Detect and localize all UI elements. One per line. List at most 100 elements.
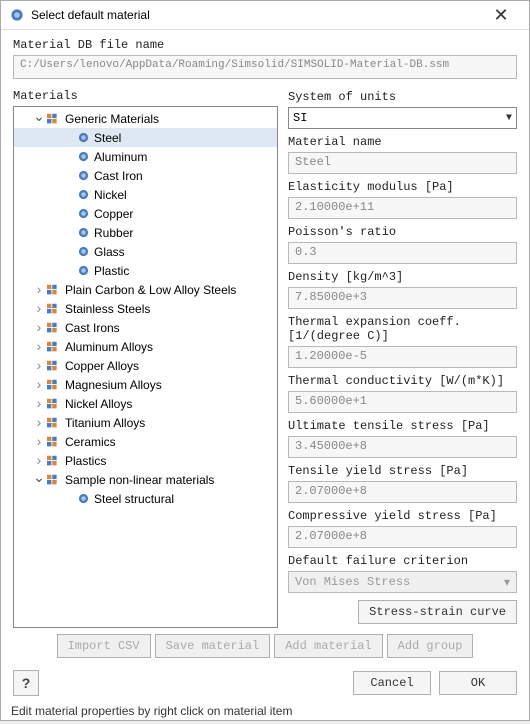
expand-icon[interactable] bbox=[32, 453, 46, 469]
expand-icon[interactable] bbox=[32, 282, 46, 298]
tree-label: Generic Materials bbox=[65, 112, 159, 126]
stress-strain-button[interactable]: Stress-strain curve bbox=[358, 600, 517, 624]
material-name-label: Material name bbox=[288, 135, 517, 149]
expand-icon[interactable] bbox=[32, 320, 46, 336]
import-csv-button[interactable]: Import CSV bbox=[57, 634, 151, 658]
tree-label: Rubber bbox=[94, 226, 133, 240]
expand-icon[interactable] bbox=[32, 301, 46, 317]
tree-item[interactable]: Copper Alloys bbox=[14, 356, 277, 375]
content: Material DB file name C:/Users/lenovo/Ap… bbox=[1, 30, 529, 668]
tree-label: Cast Irons bbox=[65, 321, 120, 335]
window-title: Select default material bbox=[31, 8, 481, 22]
elasticity-field: 2.10000e+11 bbox=[288, 197, 517, 219]
tree-label: Titanium Alloys bbox=[65, 416, 145, 430]
tree-label: Aluminum bbox=[94, 150, 147, 164]
criterion-value: Von Mises Stress bbox=[295, 575, 410, 589]
uts-field: 3.45000e+8 bbox=[288, 436, 517, 458]
close-icon[interactable]: ✕ bbox=[481, 1, 521, 29]
units-value: SI bbox=[293, 111, 307, 125]
expand-icon[interactable] bbox=[32, 339, 46, 355]
tree-item[interactable]: Aluminum Alloys bbox=[14, 337, 277, 356]
properties-column: System of units SI ▼ Material name Steel… bbox=[288, 89, 517, 628]
units-select[interactable]: SI ▼ bbox=[288, 107, 517, 129]
chevron-down-icon: ▼ bbox=[506, 113, 512, 124]
cys-field: 2.07000e+8 bbox=[288, 526, 517, 548]
tree-item[interactable]: Copper bbox=[14, 204, 277, 223]
criterion-label: Default failure criterion bbox=[288, 554, 517, 568]
tree-item[interactable]: Magnesium Alloys bbox=[14, 375, 277, 394]
save-material-button[interactable]: Save material bbox=[155, 634, 271, 658]
app-icon bbox=[9, 7, 25, 23]
expand-icon[interactable] bbox=[32, 471, 46, 488]
category-icon bbox=[46, 112, 62, 126]
expand-icon[interactable] bbox=[32, 396, 46, 412]
materials-label: Materials bbox=[13, 89, 278, 103]
materials-tree[interactable]: Generic MaterialsSteelAluminumCast IronN… bbox=[13, 106, 278, 628]
tree-label: Nickel Alloys bbox=[65, 397, 132, 411]
tree-item[interactable]: Ceramics bbox=[14, 432, 277, 451]
expand-icon[interactable] bbox=[32, 415, 46, 431]
thermal-exp-label: Thermal expansion coeff. [1/(degree C)] bbox=[288, 315, 517, 343]
material-icon bbox=[76, 245, 90, 259]
cancel-button[interactable]: Cancel bbox=[353, 671, 431, 695]
tree-label: Sample non-linear materials bbox=[65, 473, 214, 487]
tree-item[interactable]: Cast Iron bbox=[14, 166, 277, 185]
thermal-cond-label: Thermal conductivity [W/(m*K)] bbox=[288, 374, 517, 388]
tree-item[interactable]: Steel structural bbox=[14, 489, 277, 508]
thermal-cond-field: 5.60000e+1 bbox=[288, 391, 517, 413]
expand-icon[interactable] bbox=[32, 358, 46, 374]
category-icon bbox=[46, 321, 62, 335]
tree-label: Magnesium Alloys bbox=[65, 378, 162, 392]
tree-item[interactable]: Plastic bbox=[14, 261, 277, 280]
tree-label: Copper bbox=[94, 207, 133, 221]
tree-item[interactable]: Plastics bbox=[14, 451, 277, 470]
stress-curve-row: Stress-strain curve bbox=[288, 600, 517, 624]
expand-icon[interactable] bbox=[32, 434, 46, 450]
category-icon bbox=[46, 416, 62, 430]
bottom-row: ? Cancel OK bbox=[1, 668, 529, 700]
expand-icon[interactable] bbox=[32, 377, 46, 393]
thermal-exp-field: 1.20000e-5 bbox=[288, 346, 517, 368]
add-group-button[interactable]: Add group bbox=[387, 634, 474, 658]
materials-column: Materials Generic Materials Steel Aluminum… bbox=[13, 89, 278, 628]
ok-button[interactable]: OK bbox=[439, 671, 517, 695]
mid-buttons-row: Import CSV Save material Add material Ad… bbox=[13, 628, 517, 664]
tree-item[interactable]: Glass bbox=[14, 242, 277, 261]
density-field: 7.85000e+3 bbox=[288, 287, 517, 309]
tree-item[interactable]: Nickel Alloys bbox=[14, 394, 277, 413]
tree-label: Copper Alloys bbox=[65, 359, 139, 373]
criterion-select: Von Mises Stress ▾ bbox=[288, 571, 517, 593]
tree-item[interactable]: Generic Materials bbox=[14, 109, 277, 128]
category-icon bbox=[46, 359, 62, 373]
titlebar: Select default material ✕ bbox=[1, 1, 529, 30]
tree-label: Aluminum Alloys bbox=[65, 340, 153, 354]
tree-item[interactable]: Steel bbox=[14, 128, 277, 147]
category-icon bbox=[46, 283, 62, 297]
help-button[interactable]: ? bbox=[13, 670, 39, 696]
tree-item[interactable]: Cast Irons bbox=[14, 318, 277, 337]
dialog: Select default material ✕ Material DB fi… bbox=[0, 0, 530, 721]
material-name-field: Steel bbox=[288, 152, 517, 174]
tree-item[interactable]: Sample non-linear materials bbox=[14, 470, 277, 489]
category-icon bbox=[46, 435, 62, 449]
tree-label: Steel structural bbox=[94, 492, 174, 506]
tree-label: Glass bbox=[94, 245, 125, 259]
tys-field: 2.07000e+8 bbox=[288, 481, 517, 503]
db-label: Material DB file name bbox=[13, 38, 517, 52]
poisson-field: 0.3 bbox=[288, 242, 517, 264]
tree-item[interactable]: Titanium Alloys bbox=[14, 413, 277, 432]
expand-icon[interactable] bbox=[32, 110, 46, 127]
tys-label: Tensile yield stress [Pa] bbox=[288, 464, 517, 478]
material-icon bbox=[76, 169, 90, 183]
tree-item[interactable]: Stainless Steels bbox=[14, 299, 277, 318]
category-icon bbox=[46, 302, 62, 316]
add-material-button[interactable]: Add material bbox=[274, 634, 382, 658]
material-icon bbox=[76, 264, 90, 278]
tree-item[interactable]: Nickel bbox=[14, 185, 277, 204]
tree-item[interactable]: Plain Carbon & Low Alloy Steels bbox=[14, 280, 277, 299]
chevron-down-icon: ▾ bbox=[504, 575, 510, 590]
tree-label: Ceramics bbox=[65, 435, 116, 449]
tree-item[interactable]: Aluminum bbox=[14, 147, 277, 166]
elasticity-label: Elasticity modulus [Pa] bbox=[288, 180, 517, 194]
tree-item[interactable]: Rubber bbox=[14, 223, 277, 242]
